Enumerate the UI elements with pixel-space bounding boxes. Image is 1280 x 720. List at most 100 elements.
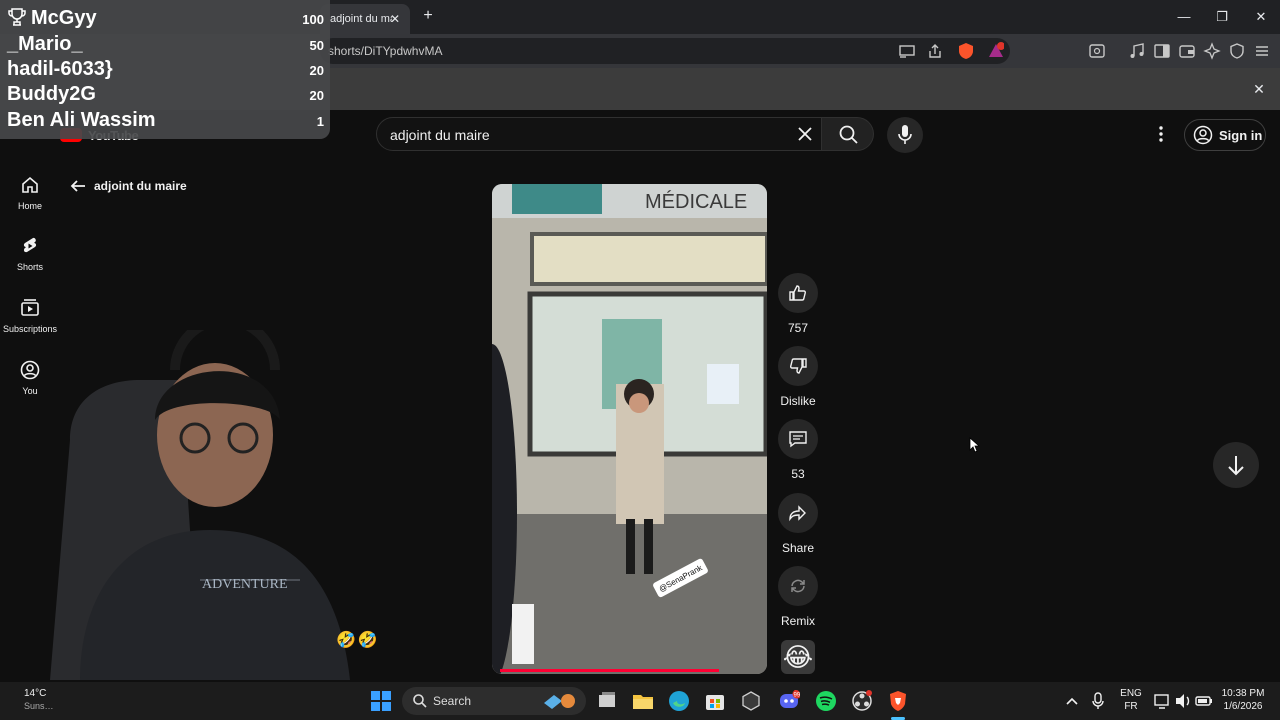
arrow-down-icon bbox=[1228, 456, 1244, 476]
shorts-icon bbox=[23, 237, 37, 253]
dislike-button[interactable]: Dislike bbox=[778, 346, 818, 408]
leaderboard-overlay: McGyy 100 _Mario_ 50 hadil-6033} 20 Budd… bbox=[0, 0, 330, 139]
weather-temperature[interactable]: 14°C bbox=[24, 688, 46, 699]
remix-button[interactable]: Remix bbox=[778, 566, 818, 628]
cast-icon[interactable] bbox=[898, 42, 916, 60]
video-sign-text: MÉDICALE bbox=[645, 190, 747, 213]
next-video-button[interactable] bbox=[1213, 442, 1259, 488]
search-icon bbox=[839, 125, 858, 144]
share-page-icon[interactable] bbox=[926, 42, 944, 60]
microphone-icon bbox=[898, 125, 912, 144]
tray-microphone-icon[interactable] bbox=[1090, 690, 1112, 712]
share-label: Share bbox=[781, 541, 815, 555]
reader-mode-icon[interactable] bbox=[1088, 42, 1106, 60]
sidebar-item-label: Shorts bbox=[16, 262, 43, 272]
leaderboard-name: McGyy bbox=[7, 7, 97, 30]
share-icon bbox=[789, 505, 806, 522]
url-field[interactable]: shorts/DiTYpdwhvMA bbox=[320, 38, 1010, 64]
comment-icon bbox=[789, 431, 807, 448]
edge-browser-icon[interactable] bbox=[668, 690, 690, 712]
tab-active[interactable]: adjoint du maire ✕ bbox=[320, 4, 410, 34]
leaderboard-row: _Mario_ 50 bbox=[7, 33, 324, 58]
remix-label: Remix bbox=[780, 614, 815, 628]
discord-badge: 99 bbox=[794, 693, 801, 699]
tab-close-icon[interactable]: ✕ bbox=[388, 12, 402, 26]
leaderboard-score: 1 bbox=[316, 114, 324, 129]
comments-button[interactable]: 53 bbox=[778, 419, 818, 481]
arrow-left-icon bbox=[70, 180, 85, 192]
shorts-video-player[interactable]: MÉDICALE @SenaPrank bbox=[492, 184, 767, 674]
app-cube-icon[interactable] bbox=[740, 690, 762, 712]
windows-start-icon[interactable] bbox=[370, 690, 392, 712]
share-button[interactable]: Share bbox=[778, 493, 818, 555]
sidebar-icon[interactable] bbox=[1153, 42, 1171, 60]
weather-condition[interactable]: Suns… bbox=[24, 701, 54, 711]
leo-ai-icon[interactable] bbox=[1203, 42, 1221, 60]
volume-icon[interactable] bbox=[1174, 690, 1196, 712]
back-to-search-link[interactable]: adjoint du maire bbox=[70, 177, 187, 195]
brave-browser-icon[interactable] bbox=[887, 690, 909, 712]
leaderboard-score: 20 bbox=[309, 88, 324, 103]
infobar-close-icon[interactable]: ✕ bbox=[1250, 80, 1268, 98]
sidebar-item-label: Home bbox=[17, 201, 42, 211]
clock-time[interactable]: 10:38 PM bbox=[1214, 688, 1272, 699]
taskbar-search-label: Search bbox=[433, 694, 472, 708]
leaderboard-score: 20 bbox=[309, 63, 324, 78]
sign-in-label: Sign in bbox=[1219, 127, 1263, 143]
leaderboard-name: Buddy2G bbox=[7, 83, 96, 105]
minimize-button[interactable]: — bbox=[1174, 8, 1194, 26]
thumbs-up-icon bbox=[789, 285, 806, 301]
webcam-overlay: ADVENTURE bbox=[50, 330, 350, 680]
url-text: shorts/DiTYpdwhvMA bbox=[328, 44, 443, 58]
voice-search-button[interactable] bbox=[887, 117, 923, 153]
media-icon[interactable] bbox=[1128, 42, 1146, 60]
back-label: adjoint du maire bbox=[94, 179, 187, 193]
comment-count: 53 bbox=[791, 467, 805, 481]
more-options-icon[interactable] bbox=[1151, 124, 1171, 144]
vpn-icon[interactable] bbox=[1228, 42, 1246, 60]
leaderboard-row: Buddy2G 20 bbox=[7, 83, 324, 108]
close-window-button[interactable]: ✕ bbox=[1251, 8, 1271, 26]
sidebar-item-shorts[interactable]: Shorts bbox=[0, 236, 60, 286]
keyboard-layout[interactable]: FR bbox=[1118, 701, 1144, 712]
dislike-label: Dislike bbox=[780, 394, 816, 408]
network-icon[interactable] bbox=[1153, 690, 1175, 712]
sidebar-item-home[interactable]: Home bbox=[0, 175, 60, 225]
wallet-icon[interactable] bbox=[1178, 42, 1196, 60]
video-frame: MÉDICALE @SenaPrank bbox=[492, 184, 767, 674]
home-icon bbox=[22, 176, 38, 193]
remix-icon bbox=[791, 579, 805, 593]
microsoft-store-icon[interactable] bbox=[704, 690, 726, 712]
sign-in-button[interactable]: Sign in bbox=[1184, 119, 1266, 151]
brave-rewards-icon[interactable] bbox=[986, 41, 1004, 59]
show-hidden-icons-icon[interactable] bbox=[1064, 690, 1086, 712]
clear-search-icon[interactable] bbox=[795, 124, 815, 144]
search-input-value: adjoint du maire bbox=[390, 127, 490, 143]
chat-emojis: 🤣🤣 bbox=[336, 632, 380, 649]
leaderboard-name: hadil-6033} bbox=[7, 58, 113, 80]
windows-taskbar: 14°C Suns… Search 99 ENG FR 10:38 PM 1/6… bbox=[0, 682, 1280, 720]
language-indicator[interactable]: ENG bbox=[1118, 688, 1144, 699]
search-input[interactable]: adjoint du maire bbox=[376, 117, 822, 151]
search-highlight-icon bbox=[544, 694, 575, 709]
menu-icon[interactable] bbox=[1253, 42, 1271, 60]
new-tab-button[interactable]: + bbox=[420, 8, 436, 24]
file-explorer-icon[interactable] bbox=[632, 690, 654, 712]
leaderboard-row: McGyy 100 bbox=[7, 7, 324, 32]
video-progress-bar[interactable] bbox=[500, 669, 719, 672]
spotify-icon[interactable] bbox=[815, 690, 837, 712]
task-view-icon[interactable] bbox=[596, 690, 618, 712]
discord-icon[interactable]: 99 bbox=[778, 690, 800, 712]
leaderboard-row: Ben Ali Wassim 1 bbox=[7, 109, 324, 134]
sound-thumbnail[interactable]: 😂 bbox=[781, 640, 815, 674]
subscriptions-icon bbox=[21, 299, 39, 316]
search-button[interactable] bbox=[822, 117, 874, 151]
leaderboard-row: hadil-6033} 20 bbox=[7, 58, 324, 83]
like-button[interactable]: 757 bbox=[778, 273, 818, 335]
taskbar-search-box[interactable]: Search bbox=[402, 687, 586, 715]
brave-shields-icon[interactable] bbox=[956, 41, 974, 59]
obs-icon[interactable] bbox=[851, 690, 873, 712]
restore-button[interactable]: ❐ bbox=[1212, 8, 1232, 26]
like-count: 757 bbox=[787, 321, 809, 335]
clock-date[interactable]: 1/6/2026 bbox=[1214, 701, 1272, 712]
